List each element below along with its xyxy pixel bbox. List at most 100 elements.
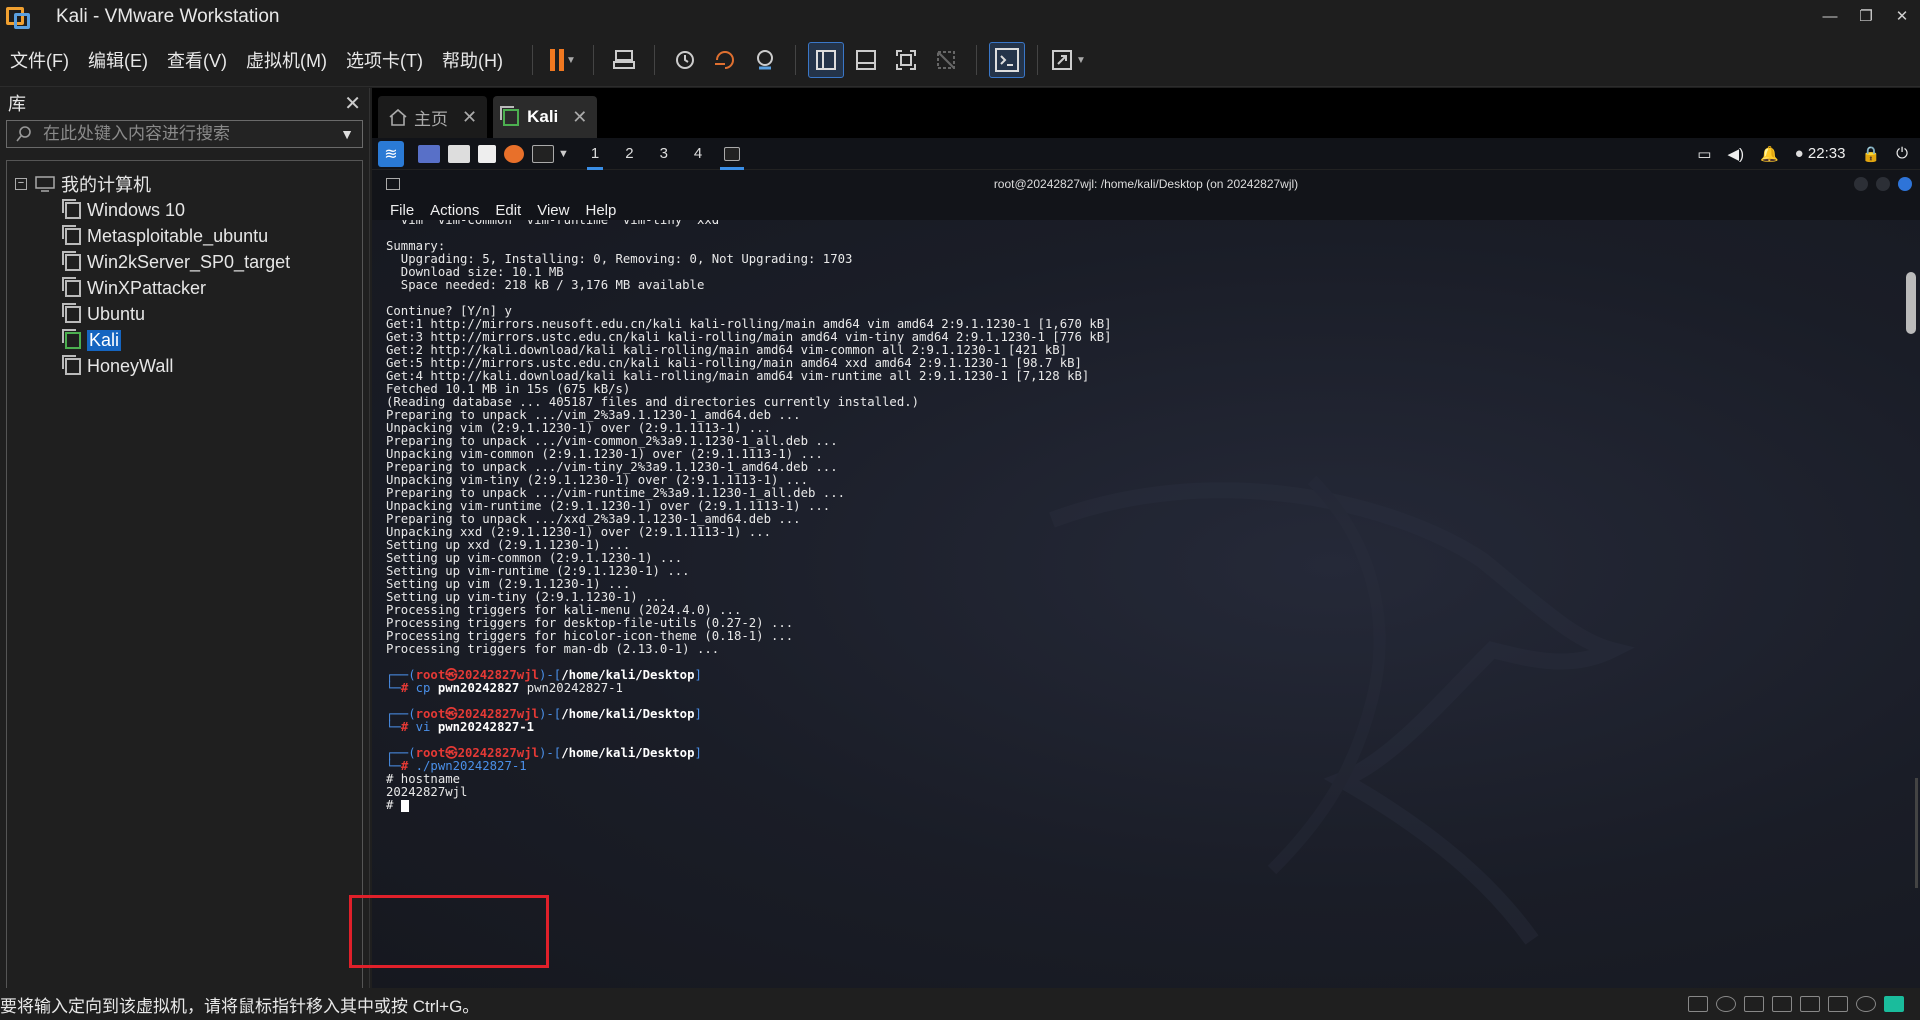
menu-edit[interactable]: 编辑(E)	[88, 47, 148, 73]
toolbar-separator	[794, 45, 796, 75]
vm-item-winxpattacker[interactable]: WinXPattacker	[7, 275, 362, 301]
workspace-4[interactable]: 4	[690, 138, 706, 170]
power-icon[interactable]: ⏻	[1896, 145, 1908, 162]
firefox-icon[interactable]	[504, 144, 524, 163]
search-input[interactable]	[43, 124, 339, 144]
vm-item-windows-10[interactable]: Windows 10	[7, 197, 362, 223]
vm-running-icon	[62, 328, 81, 349]
kali-menu-icon[interactable]: ≋	[378, 140, 404, 167]
usb-icon[interactable]	[1772, 996, 1792, 1012]
close-icon[interactable]: ✕	[344, 91, 361, 116]
vm-running-icon	[500, 105, 520, 126]
minimize-icon[interactable]: —	[1812, 0, 1848, 34]
workspace-3[interactable]: 3	[656, 138, 672, 170]
printer-icon[interactable]	[1800, 996, 1820, 1012]
chevron-down-icon[interactable]: ▼	[566, 55, 576, 66]
vm-item-honeywall[interactable]: HoneyWall	[7, 353, 362, 379]
chevron-down-icon[interactable]: ▼	[558, 148, 569, 160]
close-tab-icon[interactable]: ✕	[572, 107, 587, 128]
command-line: └─# cp pwn20242827 pwn20242827-1	[386, 681, 623, 695]
vm-item-ubuntu[interactable]: Ubuntu	[7, 301, 362, 327]
display-icon[interactable]: ▭	[1697, 145, 1711, 163]
workspace-2[interactable]: 2	[621, 138, 637, 170]
unity-button[interactable]	[928, 42, 964, 78]
terminal-scrollbar-thumb[interactable]	[1906, 272, 1916, 334]
terminal-menu-view[interactable]: View	[537, 202, 569, 219]
full-screen-button[interactable]	[888, 42, 924, 78]
volume-icon[interactable]: ◀)	[1727, 145, 1744, 163]
bottom-panel-layout-icon	[855, 50, 876, 70]
vm-item-kali[interactable]: Kali	[7, 327, 362, 353]
vm-item-metasploitable-ubuntu[interactable]: Metasploitable_ubuntu	[7, 223, 362, 249]
guest-display[interactable]: ≋ ▼ 1 2 3 4 ▭ ◀) 🔔 ● 22:33 🔒 ⏻ root@2024	[372, 138, 1920, 988]
revert-snapshot-button[interactable]	[707, 42, 743, 78]
send-ctrl-alt-del-button[interactable]	[606, 42, 642, 78]
menu-help[interactable]: 帮助(H)	[442, 47, 503, 73]
terminal-window-controls	[1854, 177, 1912, 191]
terminal-menu-actions[interactable]: Actions	[430, 202, 479, 219]
revert-snapshot-icon	[714, 51, 734, 69]
restore-icon[interactable]: ❐	[1848, 0, 1884, 34]
maximize-icon[interactable]	[1876, 177, 1890, 191]
vm-icon	[62, 250, 81, 271]
message-log-icon[interactable]	[1884, 996, 1904, 1012]
show-desktop-icon[interactable]	[418, 144, 440, 163]
snapshot-manager-button[interactable]	[747, 42, 783, 78]
command-arg: pwn20242827-1	[526, 681, 623, 695]
collapse-icon[interactable]: −	[15, 178, 27, 190]
cd-dvd-icon[interactable]	[1716, 996, 1736, 1012]
vm-tree: − 我的计算机 Windows 10 Metasploitable_ubuntu…	[6, 160, 363, 990]
lock-icon[interactable]: 🔒	[1861, 145, 1880, 163]
vm-item-win2kserver[interactable]: Win2kServer_SP0_target	[7, 249, 362, 275]
vm-item-label: Ubuntu	[87, 303, 146, 324]
taskbar-terminal-window[interactable]	[720, 138, 745, 170]
status-text: 要将输入定向到该虚拟机，请将鼠标指针移入其中或按 Ctrl+G。	[0, 996, 480, 1016]
fullscreen-icon	[895, 50, 916, 70]
minimize-icon[interactable]	[1854, 177, 1868, 191]
close-icon[interactable]	[1898, 177, 1912, 191]
command-name: vi	[415, 720, 431, 734]
pause-button[interactable]: ▼	[545, 42, 581, 78]
close-icon[interactable]: ✕	[1884, 0, 1920, 34]
menu-tabs[interactable]: 选项卡(T)	[346, 47, 423, 73]
stretch-guest-button[interactable]: ▼	[1050, 42, 1086, 78]
tab-home[interactable]: 主页 ✕	[378, 96, 488, 138]
clock[interactable]: ● 22:33	[1795, 145, 1846, 162]
show-library-button[interactable]	[807, 42, 844, 78]
notifications-bell-icon[interactable]: 🔔	[1760, 145, 1779, 163]
terminal-menu-file[interactable]: File	[390, 202, 414, 219]
vm-icon	[62, 198, 81, 219]
terminal-icon[interactable]	[532, 144, 554, 163]
sound-card-icon[interactable]	[1828, 996, 1848, 1012]
chevron-down-icon[interactable]: ▼	[1076, 55, 1086, 66]
workspace-1[interactable]: 1	[586, 138, 604, 170]
toolbar-separator	[975, 45, 977, 75]
hard-disk-icon[interactable]	[1688, 996, 1708, 1012]
terminal-output: vim vim-common vim-runtime vim-tiny xxd …	[386, 220, 1112, 812]
library-panel: 库 ✕ ▼ − 我的计算机 Windows 10 Metasploitable_…	[0, 88, 370, 990]
terminal-menu-help[interactable]: Help	[585, 202, 616, 219]
text-editor-icon[interactable]	[478, 144, 496, 163]
terminal-menu-edit[interactable]: Edit	[495, 202, 521, 219]
apt-output: vim vim-common vim-runtime vim-tiny xxd …	[386, 220, 1112, 656]
display-status-icon[interactable]	[1856, 996, 1876, 1012]
tab-kali[interactable]: Kali ✕	[493, 96, 598, 138]
thumbnail-bar-button[interactable]	[848, 42, 884, 78]
file-manager-icon[interactable]	[448, 144, 470, 163]
status-bar: 要将输入定向到该虚拟机，请将鼠标指针移入其中或按 Ctrl+G。	[0, 988, 1920, 1020]
vm-icon	[62, 224, 81, 245]
menu-vm[interactable]: 虚拟机(M)	[246, 47, 327, 73]
prompt-line: ┌──(root㉿20242827wjl)-[/home/kali/Deskto…	[386, 746, 702, 760]
menu-file[interactable]: 文件(F)	[10, 47, 69, 73]
close-tab-icon[interactable]: ✕	[462, 107, 477, 128]
library-header: 库 ✕	[0, 88, 369, 118]
chevron-down-icon[interactable]: ▼	[340, 126, 354, 142]
terminal-body[interactable]: vim vim-common vim-runtime vim-tiny xxd …	[372, 220, 1920, 988]
menu-view[interactable]: 查看(V)	[167, 47, 227, 73]
terminal-scrollbar-track[interactable]	[1915, 778, 1918, 888]
toolbar-separator	[592, 45, 594, 75]
tree-root-my-computer[interactable]: − 我的计算机	[7, 171, 362, 197]
network-adapter-icon[interactable]	[1744, 996, 1764, 1012]
console-view-button[interactable]	[988, 42, 1025, 78]
snapshot-button[interactable]	[667, 42, 703, 78]
